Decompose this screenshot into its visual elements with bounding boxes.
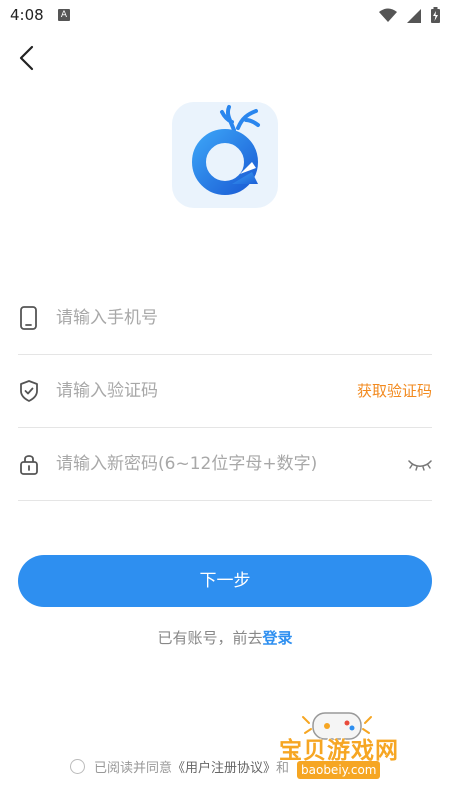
- verification-code-field[interactable]: 请输入验证码 获取验证码: [18, 355, 432, 428]
- status-icons: [379, 7, 440, 23]
- watermark-text: 宝贝游戏网: [279, 738, 399, 764]
- code-input-placeholder[interactable]: 请输入验证码: [56, 355, 158, 427]
- signal-icon: [407, 8, 421, 23]
- agreement-text: 已阅读并同意: [94, 761, 173, 776]
- phone-icon: [20, 306, 37, 330]
- next-step-button[interactable]: 下一步: [18, 555, 432, 607]
- watermark-url: baobeiy.com: [297, 761, 381, 779]
- lock-icon: [20, 455, 38, 475]
- get-code-button[interactable]: 获取验证码: [357, 355, 432, 427]
- login-prompt-text: 已有账号，前去: [157, 629, 263, 647]
- eye-closed-icon[interactable]: [408, 457, 432, 473]
- battery-icon: [431, 7, 440, 23]
- status-bar: 4:08 A: [0, 0, 450, 32]
- user-agreement-link[interactable]: 《用户注册协议》: [172, 757, 276, 776]
- agreement-radio[interactable]: [70, 759, 85, 774]
- login-prompt: 已有账号，前去登录: [0, 627, 450, 648]
- status-time: 4:08: [10, 6, 44, 24]
- wifi-icon: [379, 8, 397, 22]
- shield-check-icon: [20, 380, 38, 402]
- notification-a-icon: A: [58, 9, 70, 21]
- password-input-placeholder[interactable]: 请输入新密码(6~12位字母+数字): [56, 428, 317, 500]
- watermark: 宝贝游戏网 baobeiy.com: [275, 705, 435, 785]
- app-logo: [172, 102, 278, 208]
- agreement-row: 已阅读并同意 《用户注册协议》和: [70, 757, 289, 776]
- phone-field[interactable]: 请输入手机号: [18, 282, 432, 355]
- phone-input-placeholder[interactable]: 请输入手机号: [56, 282, 158, 354]
- login-link[interactable]: 登录: [263, 629, 293, 647]
- password-field[interactable]: 请输入新密码(6~12位字母+数字): [18, 428, 432, 501]
- back-arrow-icon[interactable]: [14, 44, 42, 72]
